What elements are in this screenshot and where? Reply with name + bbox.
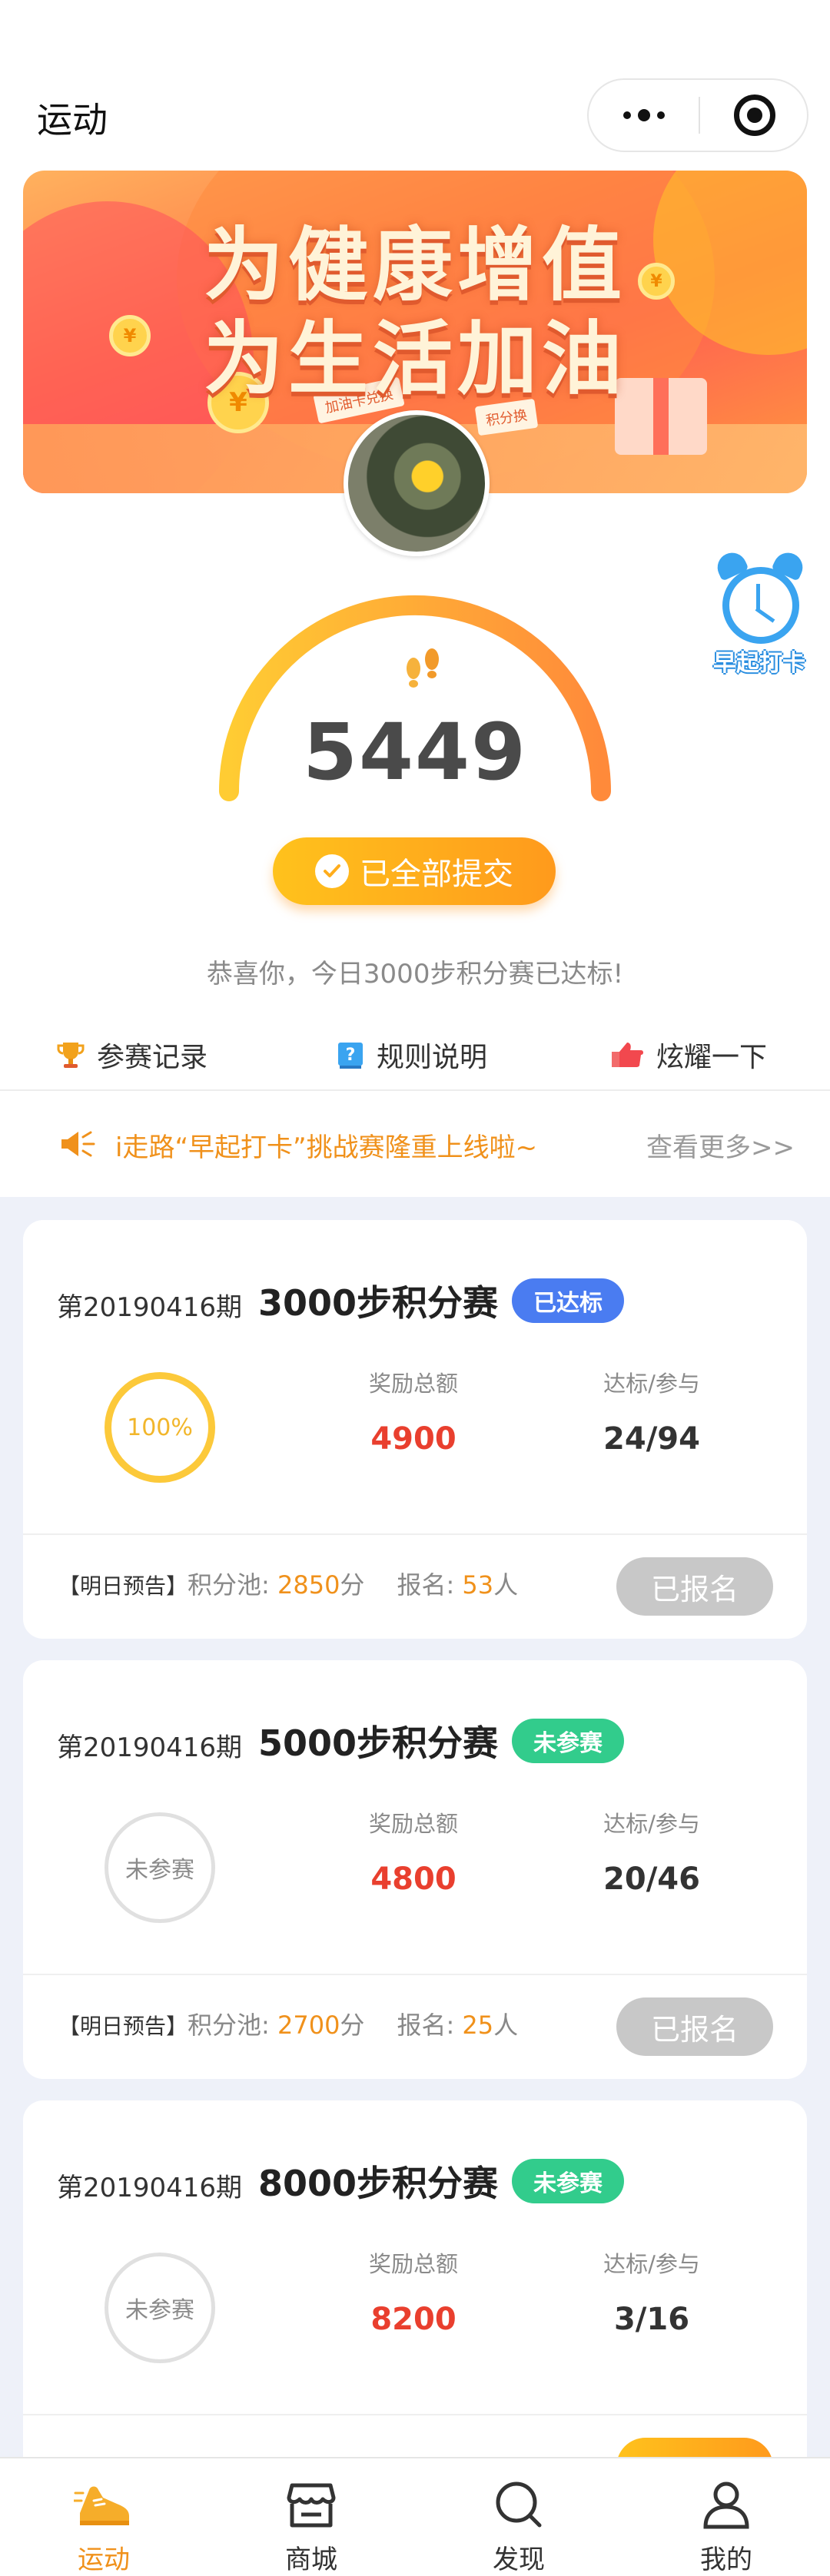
tab-mine[interactable]: 我的 (622, 2458, 830, 2576)
trophy-icon (57, 1043, 85, 1068)
reward-label: 奖励总额 (368, 2251, 458, 2277)
pool-value: 2700 (277, 2011, 340, 2040)
signed-up-button[interactable]: 已报名 (616, 1557, 773, 1616)
bottom-tab-bar: 运动 商城 发现 我的 (0, 2457, 830, 2576)
completion-ring: 未参赛 (105, 2253, 215, 2363)
reward-value: 4900 (370, 1421, 456, 1457)
app-root: 运动 ¥ ¥ ¥ 加油卡兑换 积分换 为健康增值 为生活加油 早起打卡 5449… (0, 0, 830, 2576)
early-checkin-label: 早起打卡 (713, 650, 805, 677)
signup-value: 25 (462, 2011, 494, 2040)
shop-icon (281, 2475, 342, 2534)
card-divider (23, 1974, 807, 1975)
status-badge: 未参赛 (512, 1719, 624, 1763)
tab-label: 运动 (78, 2545, 130, 2575)
signup-label: 报名: (397, 2011, 463, 2040)
ratio-value: 24/94 (603, 1421, 700, 1457)
banner-slogan-line2: 为生活加油 (203, 312, 626, 406)
user-icon (696, 2475, 757, 2534)
page-title: 运动 (37, 99, 108, 141)
step-count: 5449 (303, 707, 527, 798)
quick-link-share[interactable]: 炫耀一下 (530, 1020, 830, 1089)
reward-label: 奖励总额 (368, 1811, 458, 1837)
tab-label: 我的 (700, 2545, 752, 2575)
submit-steps-button[interactable]: 已全部提交 (273, 837, 556, 905)
race-period: 第20190416期 (57, 1732, 243, 1763)
ratio-label: 达标/参与 (603, 2251, 700, 2277)
signup-value: 53 (462, 1570, 494, 1600)
tab-discover[interactable]: 发现 (415, 2458, 622, 2576)
megaphone-icon (61, 1131, 95, 1157)
tab-label: 商城 (285, 2545, 337, 2575)
quick-link-label: 炫耀一下 (656, 1042, 768, 1073)
race-period: 第20190416期 (57, 1292, 243, 1323)
reward-label: 奖励总额 (368, 1371, 458, 1397)
race-period: 第20190416期 (57, 2173, 243, 2203)
status-badge: 已达标 (512, 1278, 624, 1323)
search-icon (488, 2475, 549, 2534)
pool-label: 积分池: (188, 2011, 277, 2040)
race-card[interactable]: 第20190416期 3000步积分赛 已达标 100% 奖励总额 4900 达… (23, 1220, 807, 1639)
quick-links: 参赛记录 ? 规则说明 炫耀一下 (0, 1020, 830, 1089)
congrats-message: 恭喜你，今日3000步积分赛已达标! (206, 959, 624, 990)
tomorrow-preview: 【明日预告】积分池: 2700分 报名: 25人 (58, 2006, 518, 2041)
completion-ring: 未参赛 (105, 1812, 215, 1923)
card-divider (23, 2414, 807, 2415)
race-card[interactable]: 第20190416期 5000步积分赛 未参赛 未参赛 奖励总额 4800 达标… (23, 1660, 807, 2079)
announcement-bar[interactable]: i走路“早起打卡”挑战赛隆重上线啦~ 查看更多>> (0, 1091, 830, 1197)
race-title: 5000步积分赛 (258, 1722, 499, 1764)
close-mini-program-button[interactable] (700, 80, 808, 151)
tab-label: 发现 (493, 2545, 545, 2575)
help-book-icon: ? (338, 1043, 363, 1069)
ratio-value: 3/16 (613, 2302, 690, 2337)
quick-link-rules[interactable]: ? 规则说明 (293, 1020, 530, 1089)
signup-unit: 人 (493, 2011, 519, 2040)
early-checkin-entry[interactable]: 早起打卡 (706, 548, 813, 677)
target-circle-icon (733, 94, 775, 136)
reward-value: 4800 (370, 1862, 456, 1897)
more-dots-icon (622, 109, 665, 121)
submit-steps-label: 已全部提交 (360, 857, 513, 892)
quick-link-label: 规则说明 (377, 1042, 488, 1073)
announcement-text: i走路“早起打卡”挑战赛隆重上线啦~ (115, 1132, 538, 1163)
check-circle-icon (315, 854, 349, 888)
signed-up-button[interactable]: 已报名 (616, 1997, 773, 2056)
reward-value: 8200 (370, 2302, 456, 2337)
pool-label: 积分池: (188, 1570, 277, 1600)
footprints-icon (407, 648, 439, 688)
tab-sport[interactable]: 运动 (0, 2458, 208, 2576)
race-title: 3000步积分赛 (258, 1282, 499, 1324)
tomorrow-preview: 【明日预告】积分池: 2850分 报名: 53人 (58, 1566, 518, 1601)
race-title: 8000步积分赛 (258, 2163, 499, 2204)
completion-ring: 100% (105, 1372, 215, 1483)
signup-label: 报名: (397, 1570, 463, 1600)
pool-unit: 分 (340, 1570, 365, 1600)
thumbs-up-icon (612, 1043, 643, 1067)
more-button[interactable] (589, 80, 699, 151)
tab-shop[interactable]: 商城 (208, 2458, 415, 2576)
ratio-label: 达标/参与 (603, 1371, 700, 1397)
view-more-link[interactable]: 查看更多>> (646, 1126, 795, 1164)
pool-unit: 分 (340, 2011, 365, 2040)
mini-program-capsule (587, 78, 808, 152)
ratio-value: 20/46 (603, 1862, 700, 1897)
pool-value: 2850 (277, 1570, 340, 1600)
signup-unit: 人 (493, 1570, 519, 1600)
quick-link-label: 参赛记录 (97, 1042, 208, 1073)
status-badge: 未参赛 (512, 2159, 624, 2203)
quick-link-records[interactable]: 参赛记录 (0, 1020, 293, 1089)
ratio-label: 达标/参与 (603, 1811, 700, 1837)
preview-label: 【明日预告】 (58, 1573, 188, 1599)
preview-label: 【明日预告】 (58, 2014, 188, 2039)
running-shoe-icon (73, 2475, 134, 2534)
svg-text:?: ? (346, 1046, 356, 1065)
race-list: 第20190416期 3000步积分赛 已达标 100% 奖励总额 4900 达… (0, 1197, 830, 2519)
card-divider (23, 1533, 807, 1535)
user-avatar[interactable] (344, 410, 490, 556)
top-nav-bar: 运动 (0, 0, 830, 165)
